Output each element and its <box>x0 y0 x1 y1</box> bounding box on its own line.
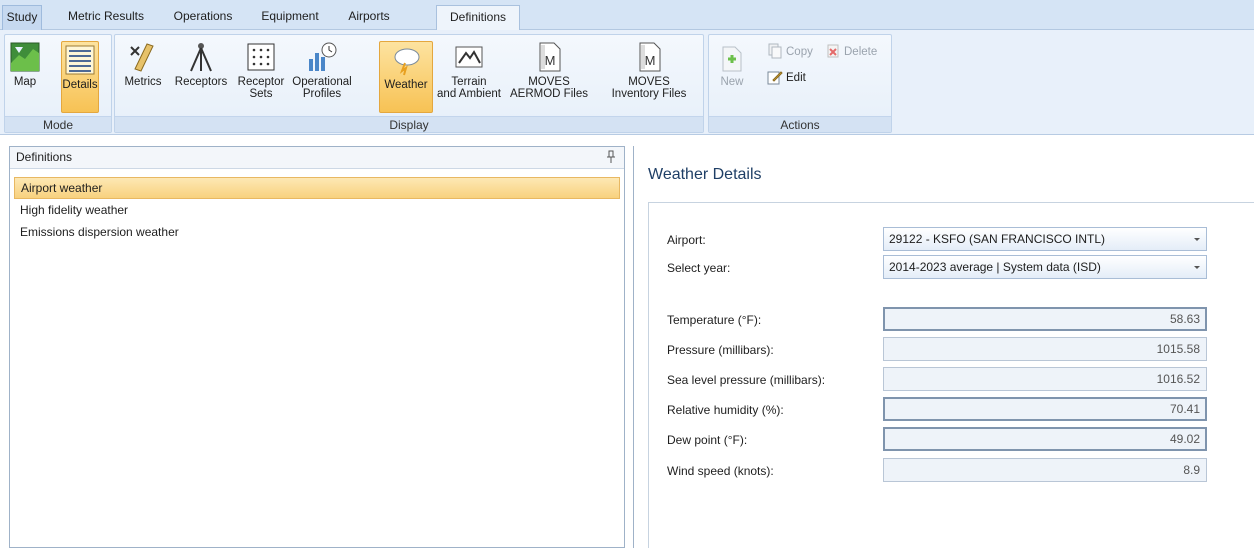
copy-button[interactable]: Copy <box>767 43 813 61</box>
list-item-emissions-dispersion-weather[interactable]: Emissions dispersion weather <box>14 221 620 243</box>
tab-operations[interactable]: Operations <box>162 5 244 30</box>
operational-profiles-icon <box>309 42 337 71</box>
sea-level-pressure-label: Sea level pressure (millibars): <box>667 373 826 387</box>
receptor-sets-button[interactable]: Receptor Sets <box>237 41 285 100</box>
copy-label: Copy <box>786 46 813 58</box>
definitions-panel: Definitions Airport weather High fidelit… <box>9 146 625 548</box>
receptor-grid-icon <box>247 43 275 71</box>
tab-equipment[interactable]: Equipment <box>250 5 330 30</box>
ribbon-group-actions: New Copy Delete Edit Actions <box>708 34 892 133</box>
moves-inventory-files-button[interactable]: M MOVES Inventory Files <box>599 41 699 100</box>
list-item-high-fidelity-weather[interactable]: High fidelity weather <box>14 199 620 221</box>
ribbon-group-display: Metrics Receptors Receptor Sets Operatio… <box>114 34 704 133</box>
ribbon-tab-strip: Study Metric Results Operations Equipmen… <box>0 0 1254 31</box>
moves-aermod-files-button[interactable]: M MOVES AERMOD Files <box>507 41 591 100</box>
relative-humidity-label: Relative humidity (%): <box>667 403 784 417</box>
select-year-label: Select year: <box>667 261 731 275</box>
wind-speed-field[interactable]: 8.9 <box>883 458 1207 482</box>
weather-details-title: Weather Details <box>648 166 762 183</box>
edit-pencil-icon <box>767 71 783 85</box>
new-button[interactable]: New <box>717 41 747 88</box>
panel-splitter[interactable] <box>625 146 633 548</box>
list-item-airport-weather[interactable]: Airport weather <box>14 177 620 199</box>
map-button-label: Map <box>13 76 37 88</box>
terrain-ambient-button[interactable]: Terrain and Ambient <box>437 41 501 100</box>
inventory-label-2: Inventory Files <box>611 88 687 100</box>
select-year-dropdown-value: 2014-2023 average | System data (ISD) <box>889 260 1101 274</box>
airport-label: Airport: <box>667 233 706 247</box>
weather-details-form: Airport: 29122 - KSFO (SAN FRANCISCO INT… <box>648 202 1254 548</box>
weather-cloud-icon <box>394 48 420 76</box>
new-button-label: New <box>720 76 744 88</box>
pressure-field[interactable]: 1015.58 <box>883 337 1207 361</box>
metrics-label: Metrics <box>124 76 162 88</box>
ribbon: Map Details Mode Metrics Receptors Recep… <box>0 30 1254 135</box>
operational-profiles-button[interactable]: Operational Profiles <box>289 41 355 100</box>
terrain-label-2: and Ambient <box>437 88 501 100</box>
delete-button[interactable]: Delete <box>825 43 877 61</box>
tab-airports[interactable]: Airports <box>336 5 402 30</box>
moves-file-icon: M <box>539 42 561 72</box>
temperature-label: Temperature (°F): <box>667 313 762 327</box>
details-grid-icon <box>65 45 95 75</box>
inventory-label-1: MOVES <box>628 76 670 88</box>
weather-details-panel: Weather Details Airport: 29122 - KSFO (S… <box>633 146 1254 548</box>
airport-dropdown-value: 29122 - KSFO (SAN FRANCISCO INTL) <box>889 232 1106 246</box>
weather-button[interactable]: Weather <box>379 41 433 113</box>
group-label-actions: Actions <box>709 116 891 132</box>
temperature-field[interactable]: 58.63 <box>883 307 1207 331</box>
pin-icon[interactable] <box>606 150 616 164</box>
metrics-icon <box>130 43 154 72</box>
sea-level-pressure-field[interactable]: 1016.52 <box>883 367 1207 391</box>
definitions-panel-title: Definitions <box>16 150 73 164</box>
map-button[interactable]: Map <box>9 41 41 113</box>
edit-label: Edit <box>786 72 806 84</box>
moves-file-icon: M <box>639 42 661 72</box>
operational-profiles-label-1: Operational <box>292 76 352 88</box>
edit-button[interactable]: Edit <box>767 69 806 87</box>
map-icon <box>10 42 40 72</box>
tab-definitions[interactable]: Definitions <box>436 5 520 31</box>
operational-profiles-label-2: Profiles <box>302 88 342 100</box>
aermod-label-1: MOVES <box>528 76 570 88</box>
chevron-down-icon <box>1194 266 1200 269</box>
receptor-sets-label-1: Receptor <box>237 76 285 88</box>
tab-metric-results[interactable]: Metric Results <box>56 5 156 30</box>
definitions-panel-header: Definitions <box>10 147 624 169</box>
metrics-button[interactable]: Metrics <box>121 41 165 88</box>
select-year-dropdown[interactable]: 2014-2023 average | System data (ISD) <box>883 255 1207 279</box>
details-button[interactable]: Details <box>61 41 99 113</box>
dew-point-label: Dew point (°F): <box>667 433 748 447</box>
aermod-label-2: AERMOD Files <box>510 88 588 100</box>
receptor-tripod-icon <box>190 43 212 72</box>
wind-speed-label: Wind speed (knots): <box>667 464 774 478</box>
terrain-label-1: Terrain <box>451 76 487 88</box>
tab-study[interactable]: Study <box>2 5 42 30</box>
receptors-button[interactable]: Receptors <box>171 41 231 88</box>
pressure-label: Pressure (millibars): <box>667 343 774 357</box>
chevron-down-icon <box>1194 238 1200 241</box>
group-label-mode: Mode <box>5 116 111 132</box>
delete-label: Delete <box>844 46 878 58</box>
svg-text:M: M <box>645 53 656 68</box>
svg-text:M: M <box>545 53 556 68</box>
ribbon-group-mode: Map Details Mode <box>4 34 112 133</box>
new-document-icon <box>722 46 742 72</box>
definitions-list: Airport weather High fidelity weather Em… <box>10 169 624 243</box>
delete-icon <box>827 44 839 58</box>
details-button-label: Details <box>62 79 98 91</box>
airport-dropdown[interactable]: 29122 - KSFO (SAN FRANCISCO INTL) <box>883 227 1207 251</box>
weather-button-label: Weather <box>384 79 428 91</box>
terrain-mountain-icon <box>455 46 483 68</box>
relative-humidity-field[interactable]: 70.41 <box>883 397 1207 421</box>
dew-point-field[interactable]: 49.02 <box>883 427 1207 451</box>
group-label-display: Display <box>115 116 703 132</box>
copy-icon <box>768 43 782 59</box>
receptor-sets-label-2: Sets <box>249 88 273 100</box>
receptors-label: Receptors <box>174 76 228 88</box>
